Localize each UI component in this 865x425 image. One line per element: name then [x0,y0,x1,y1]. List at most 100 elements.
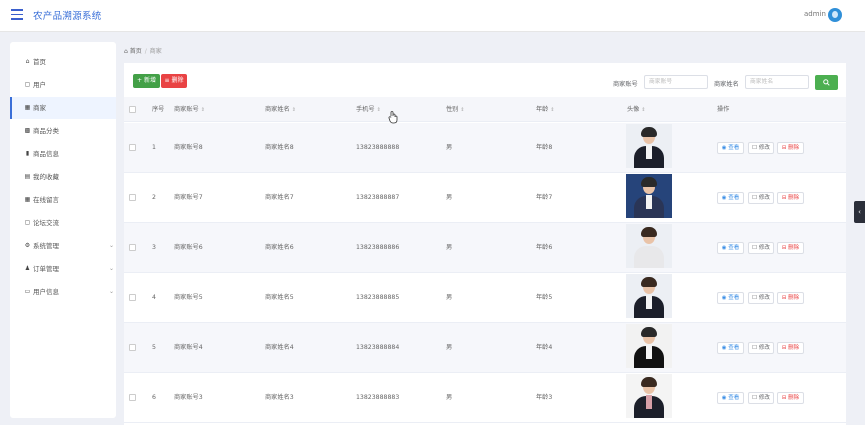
column-account[interactable]: 商家账号 ⇕ [174,106,205,114]
merchant-photo[interactable] [626,374,672,418]
side-panel-toggle[interactable]: ‹ [854,201,865,223]
column-age[interactable]: 年龄 ⇕ [536,106,555,114]
edit-button[interactable]: ☐ 修改 [748,192,774,204]
sidebar-item-users[interactable]: ▢ 用户 [10,74,116,96]
cell-account: 商家账号7 [174,194,203,201]
app-title: 农产品溯源系统 [33,11,102,22]
cell-index: 3 [152,244,156,251]
merchant-photo[interactable] [626,324,672,368]
sidebar-item-label: 商品分类 [33,127,59,135]
delete-row-button[interactable]: ⊟ 删除 [777,142,804,154]
name-filter-input[interactable]: 商家姓名 [745,75,809,89]
cell-age: 年龄7 [536,194,553,201]
edit-button[interactable]: ☐ 修改 [748,292,774,304]
cell-gender: 男 [446,244,453,251]
edit-button[interactable]: ☐ 修改 [748,392,774,404]
table-header: 序号 商家账号 ⇕ 商家姓名 ⇕ 手机号 ⇕ 性别 ⇕ 年龄 ⇕ 头像 ⇕ 操作 [124,97,846,122]
column-name[interactable]: 商家姓名 ⇕ [265,106,296,114]
grid-icon: ▦ [24,104,31,111]
cell-gender: 男 [446,194,453,201]
cell-account: 商家账号4 [174,344,203,351]
table-row: 2 商家账号7 商家姓名7 13823888887 男 年龄7 ◉ 查看 ☐ 修… [124,173,846,223]
column-gender[interactable]: 性别 ⇕ [446,106,465,114]
row-checkbox[interactable] [129,244,136,251]
sort-icon: ⇕ [550,107,555,113]
delete-row-button[interactable]: ⊟ 删除 [777,342,804,354]
column-index: 序号 [152,106,165,113]
table-row: 1 商家账号8 商家姓名8 13823888888 男 年龄8 ◉ 查看 ☐ 修… [124,123,846,173]
sidebar-item-forum[interactable]: ▢ 论坛交流 [10,212,116,234]
cell-age: 年龄3 [536,394,553,401]
sidebar-item-merchants[interactable]: ▦ 商家 [10,97,116,119]
edit-button[interactable]: ☐ 修改 [748,242,774,254]
favorite-icon: ▤ [24,173,31,180]
cell-account: 商家账号8 [174,144,203,151]
sidebar-item-label: 用户信息 [33,288,59,296]
avatar[interactable] [828,8,842,22]
sort-icon: ⇕ [460,107,465,113]
column-avatar[interactable]: 头像 ⇕ [627,106,646,114]
column-phone[interactable]: 手机号 ⇕ [356,106,381,114]
cell-age: 年龄6 [536,244,553,251]
sidebar-item-messages[interactable]: ▦ 在线留言 [10,189,116,211]
select-all-checkbox[interactable] [129,106,136,113]
forum-icon: ▢ [24,219,31,226]
cell-gender: 男 [446,394,453,401]
menu-toggle-icon[interactable] [11,9,23,21]
order-icon: ♟ [24,265,31,272]
row-checkbox[interactable] [129,144,136,151]
view-button[interactable]: ◉ 查看 [717,392,744,404]
view-button[interactable]: ◉ 查看 [717,192,744,204]
edit-button[interactable]: ☐ 修改 [748,142,774,154]
sidebar-item-favorites[interactable]: ▤ 我的收藏 [10,166,116,188]
column-actions: 操作 [717,106,730,113]
user-name[interactable]: admin [804,10,826,18]
view-button[interactable]: ◉ 查看 [717,242,744,254]
search-button[interactable] [815,75,838,90]
cell-name: 商家姓名6 [265,244,294,251]
view-button[interactable]: ◉ 查看 [717,342,744,354]
add-button[interactable]: + 新增 [133,74,160,88]
cell-index: 5 [152,344,156,351]
delete-row-button[interactable]: ⊟ 删除 [777,392,804,404]
home-icon: ⌂ [124,48,128,55]
sidebar-item-system[interactable]: ⚙ 系统管理 ⌄ [10,235,116,257]
table-row: 5 商家账号4 商家姓名4 13823888884 男 年龄4 ◉ 查看 ☐ 修… [124,323,846,373]
merchant-photo[interactable] [626,124,672,168]
sort-icon: ⇕ [376,107,381,113]
breadcrumb: ⌂ 首页 / 商家 [124,46,162,55]
merchant-photo[interactable] [626,174,672,218]
sidebar: ⌂ 首页 ▢ 用户 ▦ 商家 ▩ 商品分类 ▮ 商品信息 ▤ 我的收藏 ▦ 在线… [10,42,116,418]
delete-row-button[interactable]: ⊟ 删除 [777,242,804,254]
view-button[interactable]: ◉ 查看 [717,292,744,304]
row-checkbox[interactable] [129,394,136,401]
sort-icon: ⇕ [200,107,205,113]
delete-row-button[interactable]: ⊟ 删除 [777,192,804,204]
message-icon: ▦ [24,196,31,203]
merchant-photo[interactable] [626,224,672,268]
chart-icon: ▮ [25,150,30,157]
sort-icon: ⇕ [641,107,646,113]
sidebar-item-label: 我的收藏 [33,173,59,181]
table-row: 6 商家账号3 商家姓名3 13823888883 男 年龄3 ◉ 查看 ☐ 修… [124,373,846,423]
sidebar-item-user-info[interactable]: ▭ 用户信息 ⌄ [10,281,116,303]
row-checkbox[interactable] [129,344,136,351]
breadcrumb-current: 商家 [149,48,162,55]
merchant-photo[interactable] [626,274,672,318]
cell-index: 2 [152,194,156,201]
edit-button[interactable]: ☐ 修改 [748,342,774,354]
view-button[interactable]: ◉ 查看 [717,142,744,154]
breadcrumb-home[interactable]: 首页 [130,48,142,55]
account-filter-input[interactable]: 商家账号 [644,75,708,89]
delete-row-button[interactable]: ⊟ 删除 [777,292,804,304]
sidebar-item-categories[interactable]: ▩ 商品分类 [10,120,116,142]
row-checkbox[interactable] [129,294,136,301]
row-checkbox[interactable] [129,194,136,201]
sidebar-item-orders[interactable]: ♟ 订单管理 ⌄ [10,258,116,280]
sidebar-item-home[interactable]: ⌂ 首页 [10,51,116,73]
sidebar-item-products[interactable]: ▮ 商品信息 [10,143,116,165]
delete-button[interactable]: ≡ 删除 [161,74,187,88]
mouse-cursor-icon [388,111,398,124]
cell-account: 商家账号3 [174,394,203,401]
category-icon: ▩ [24,127,31,134]
